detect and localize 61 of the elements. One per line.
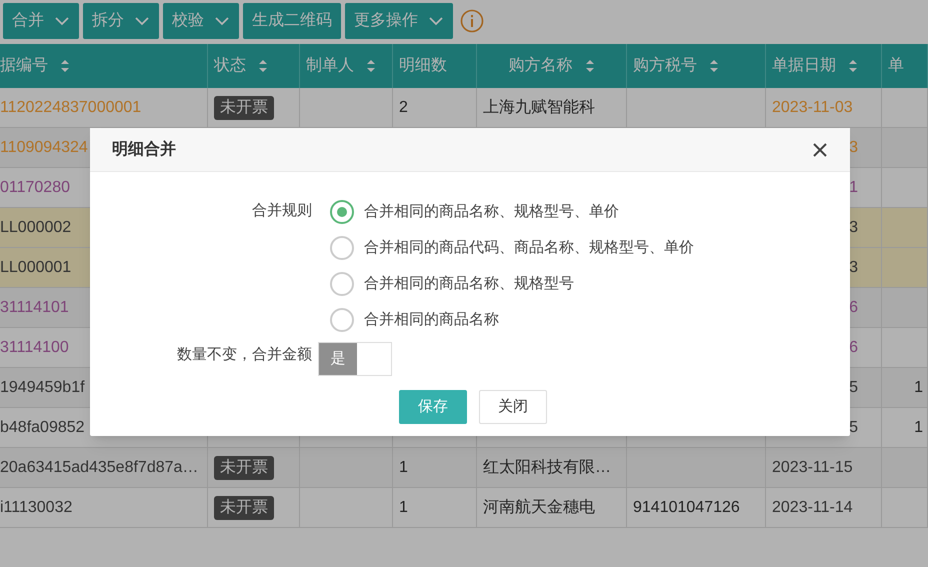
table-cell-text: i11130032 [0, 498, 72, 518]
table-cell-text: 3 [849, 218, 858, 238]
table-cell-text: 31114101 [0, 298, 69, 318]
table-row[interactable]: i11130032 未开票 1 河南航天金穗电 914101047126 2023-11-14 [0, 488, 928, 528]
field-label: 合并规则 [251, 201, 312, 221]
table-cell-text: 3 [849, 138, 858, 158]
caret-icon [428, 16, 444, 26]
close-button[interactable]: 关闭 [479, 390, 547, 424]
save-button[interactable]: 保存 [399, 390, 467, 424]
table-cell-text: LL000002 [0, 218, 72, 238]
table-cell-text: LL000001 [0, 258, 72, 278]
caret-icon [134, 16, 150, 26]
radio-option[interactable]: 合并相同的商品名称 [330, 302, 850, 338]
radio-button[interactable] [330, 308, 354, 332]
table-cell-text: 6 [849, 338, 858, 358]
toolbar-button[interactable]: 合并 [3, 2, 79, 38]
status-badge: 未开票 [214, 96, 274, 120]
radio-button[interactable] [330, 236, 354, 260]
caret-icon [214, 16, 230, 26]
radio-option[interactable]: 合并相同的商品名称、规格型号、单价 [330, 194, 850, 230]
table-cell-text: 2023-11-03 [772, 98, 853, 118]
table-cell-text: 1109094324 [0, 138, 88, 158]
status-badge: 未开票 [214, 456, 274, 480]
table-cell-text: 1949459b1f [0, 378, 85, 398]
radio-button[interactable] [330, 272, 354, 296]
table-cell-text: 3 [849, 258, 858, 278]
status-badge: 未开票 [214, 496, 274, 520]
table-cell-text: 1 [399, 498, 408, 518]
table-cell-text: 2023-11-15 [772, 458, 853, 478]
table-cell-text: 1 [914, 378, 923, 398]
table-cell-text: 31114100 [0, 338, 69, 358]
table-cell-text: 01170280 [0, 178, 70, 198]
dialog-title: 明细合并 [112, 139, 176, 160]
close-icon[interactable] [812, 142, 828, 158]
radio-option[interactable]: 合并相同的商品代码、商品名称、规格型号、单价 [330, 230, 850, 266]
toolbar-button[interactable]: 生成二维码 [243, 2, 341, 38]
info-icon[interactable] [460, 8, 484, 32]
table-cell-text: 5 [849, 378, 858, 398]
table-cell-text: 914101047126 [633, 498, 740, 518]
toolbar-button[interactable]: 拆分 [83, 2, 159, 38]
table-cell-text: 上海九赋智能科 [483, 98, 595, 118]
table-cell-text: 5 [849, 418, 858, 438]
table-cell-text: 2023-11-14 [772, 498, 853, 518]
caret-icon [54, 16, 70, 26]
table-cell-text: b48fa09852 [0, 418, 85, 438]
table-cell-text: 红太阳科技有限… [483, 458, 611, 478]
table-cell-text: 1120224837000001 [0, 98, 142, 118]
table-cell-text: 2 [399, 98, 408, 118]
table-cell-text: 6 [849, 298, 858, 318]
table-row[interactable]: 20a63415ad435e8f7d87a… 未开票 1 红太阳科技有限… 2023-11-15 [0, 448, 928, 488]
table-cell-text: 1 [399, 458, 408, 478]
table-cell-text: 20a63415ad435e8f7d87a… [0, 458, 198, 478]
toolbar-button[interactable]: 校验 [163, 2, 239, 38]
toggle-switch[interactable]: 是 [318, 342, 392, 376]
toolbar-button[interactable]: 更多操作 [345, 2, 453, 38]
table-row[interactable]: 1120224837000001 未开票 2 上海九赋智能科 2023-11-03 [0, 88, 928, 128]
table-cell-text: 河南航天金穗电 [483, 498, 595, 518]
table-cell-text: 1 [914, 418, 923, 438]
radio-button[interactable] [330, 200, 354, 224]
table-cell-text: 1 [849, 178, 858, 198]
radio-option[interactable]: 合并相同的商品名称、规格型号 [330, 266, 850, 302]
